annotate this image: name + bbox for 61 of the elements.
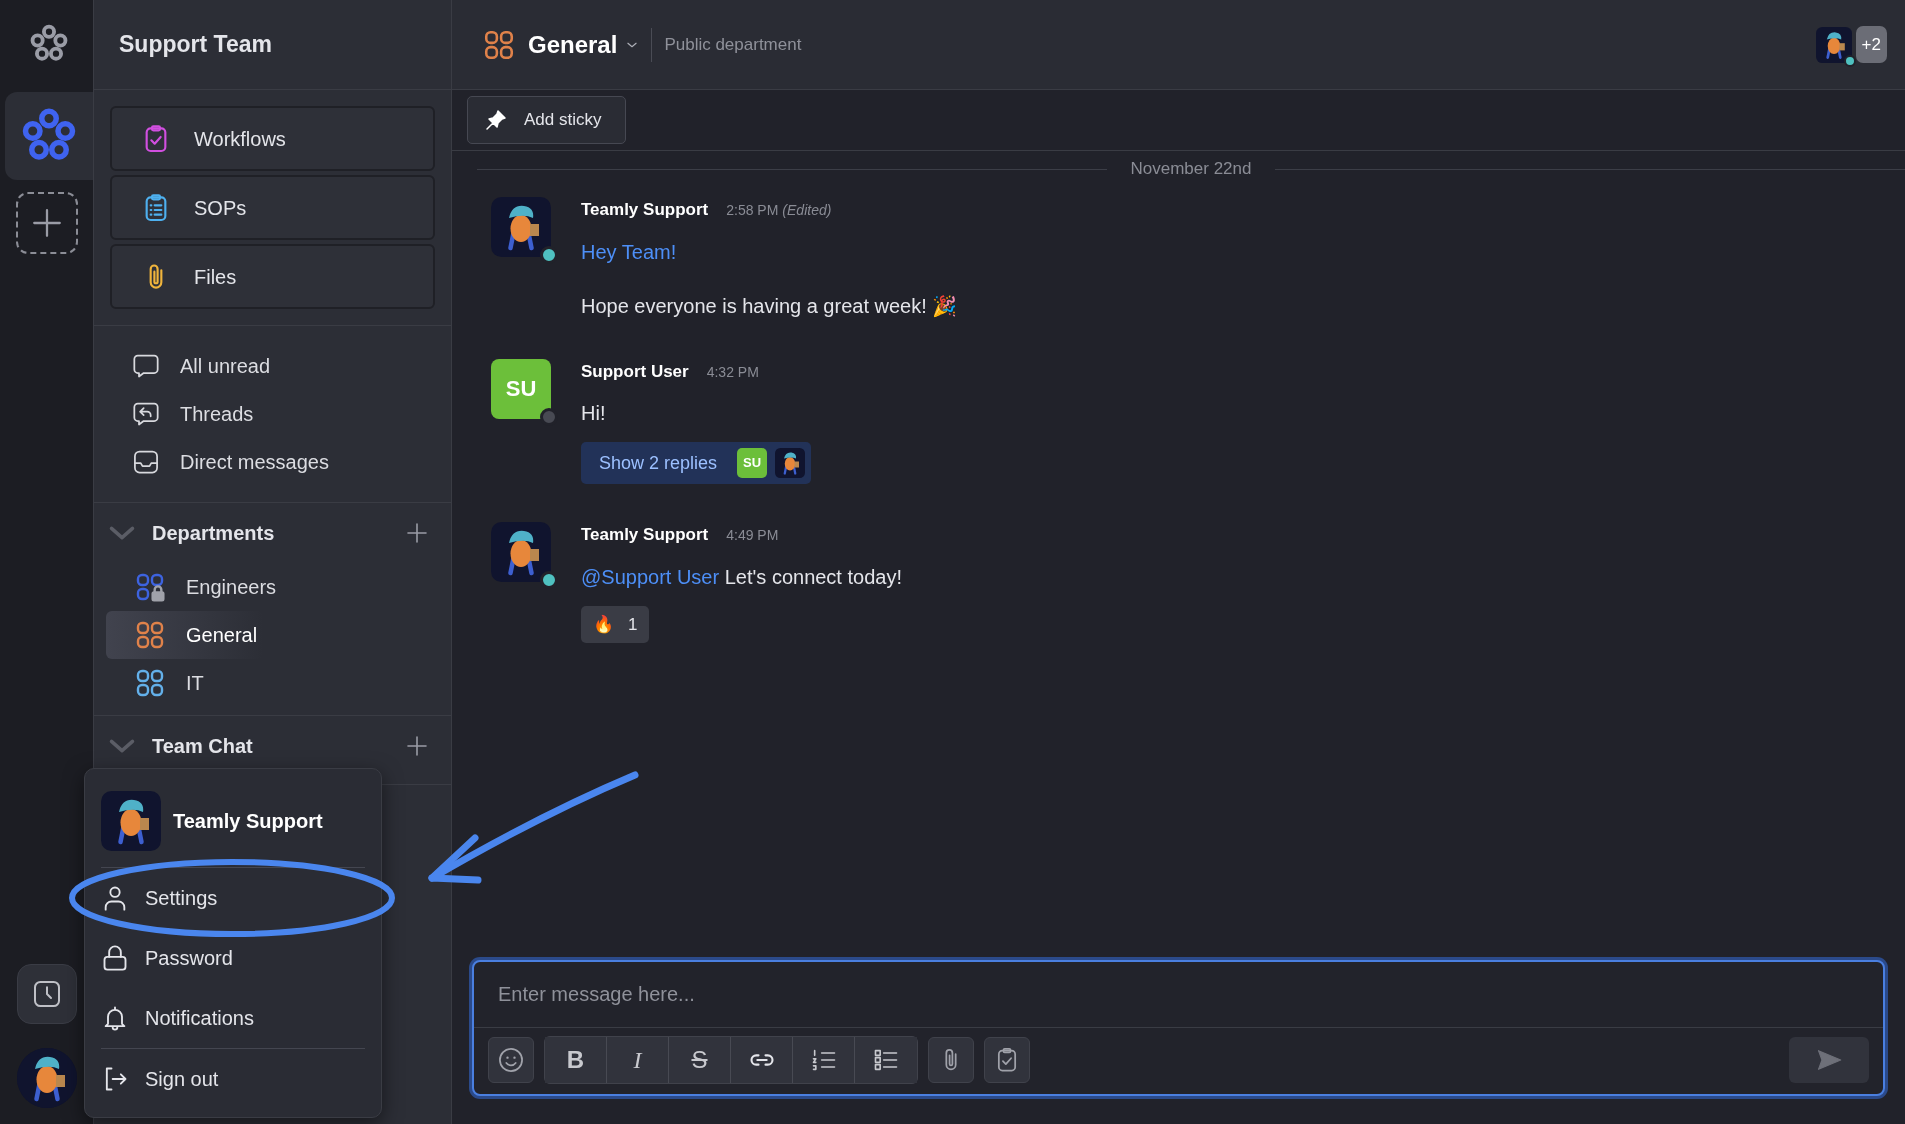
menu-item[interactable]: Sign out	[101, 1049, 365, 1109]
add-channel-button[interactable]	[405, 734, 429, 758]
section-title: Departments	[152, 521, 275, 546]
avatar	[101, 791, 161, 851]
add-channel-button[interactable]	[405, 521, 429, 545]
plus-icon	[405, 521, 429, 545]
message-time: 4:49 PM	[726, 526, 779, 545]
avatar	[775, 448, 806, 478]
channel-name-dropdown[interactable]: General	[482, 26, 640, 63]
avatar	[491, 522, 551, 582]
tool-button[interactable]: SOPs	[110, 175, 435, 240]
reaction-chip[interactable]: 🔥 1	[581, 605, 650, 643]
reply-bubble-icon	[132, 400, 160, 428]
message-time: 2:58 PM	[726, 201, 779, 220]
user-name: Teamly Support	[173, 809, 323, 834]
add-sticky-button[interactable]: Add sticky	[467, 96, 627, 144]
channel-description: Public department	[651, 27, 802, 62]
show-replies-button[interactable]: Show 2 replies SU	[581, 442, 812, 484]
edited-label: (Edited)	[782, 201, 832, 220]
tool-button[interactable]: Files	[110, 244, 435, 309]
mention-link[interactable]: @Support User	[581, 565, 720, 588]
workspace-tab[interactable]	[5, 92, 93, 180]
sidebar-item[interactable]: Direct messages	[94, 438, 451, 486]
bold-button[interactable]: B	[545, 1037, 607, 1083]
history-button[interactable]	[16, 964, 77, 1024]
message-composer[interactable]: Enter message here... B I S	[472, 960, 1885, 1096]
send-button[interactable]	[1789, 1037, 1869, 1083]
sidebar-item[interactable]: Threads	[94, 390, 451, 438]
channel-item[interactable]: Engineers	[106, 563, 283, 611]
add-workspace-button[interactable]	[15, 192, 78, 254]
speech-bubble-icon	[132, 352, 160, 380]
plus-icon	[405, 734, 429, 758]
tool-button[interactable]: Workflows	[110, 106, 435, 171]
message-time: 4:32 PM	[706, 362, 759, 382]
author-name: Teamly Support	[581, 199, 709, 221]
emoji-button[interactable]	[488, 1037, 534, 1083]
section-title: Team Chat	[152, 734, 253, 759]
author-name: Teamly Support	[581, 524, 709, 546]
message-text: @Support User Let's connect today!	[581, 564, 902, 590]
avatar: SU	[737, 448, 768, 478]
message-text: Hi!	[581, 401, 607, 426]
task-button[interactable]	[984, 1037, 1030, 1083]
menu-item[interactable]: Notifications	[101, 988, 365, 1048]
workspace-title: Support Team	[119, 30, 272, 60]
menu-item[interactable]: Password	[101, 928, 365, 988]
smiley-icon	[497, 1046, 525, 1074]
link[interactable]: Hey Team!	[581, 240, 677, 263]
author-name: Support User	[581, 360, 689, 383]
sidebar-item[interactable]: All unread	[94, 342, 451, 390]
avatar	[1815, 26, 1852, 63]
date-divider: November 22nd	[1130, 158, 1252, 181]
member-count-badge[interactable]: +2	[1855, 25, 1887, 64]
message-input[interactable]: Enter message here...	[474, 962, 1883, 1028]
message-text: Hope everyone is having a great week! 🎉	[581, 293, 958, 319]
padlock-icon	[101, 944, 129, 972]
attach-button[interactable]	[928, 1037, 974, 1083]
avatar	[491, 197, 551, 257]
channel-item[interactable]: IT	[106, 659, 210, 707]
inbox-icon	[132, 448, 160, 476]
avatar: SU	[491, 358, 551, 419]
pin-icon	[484, 108, 508, 132]
